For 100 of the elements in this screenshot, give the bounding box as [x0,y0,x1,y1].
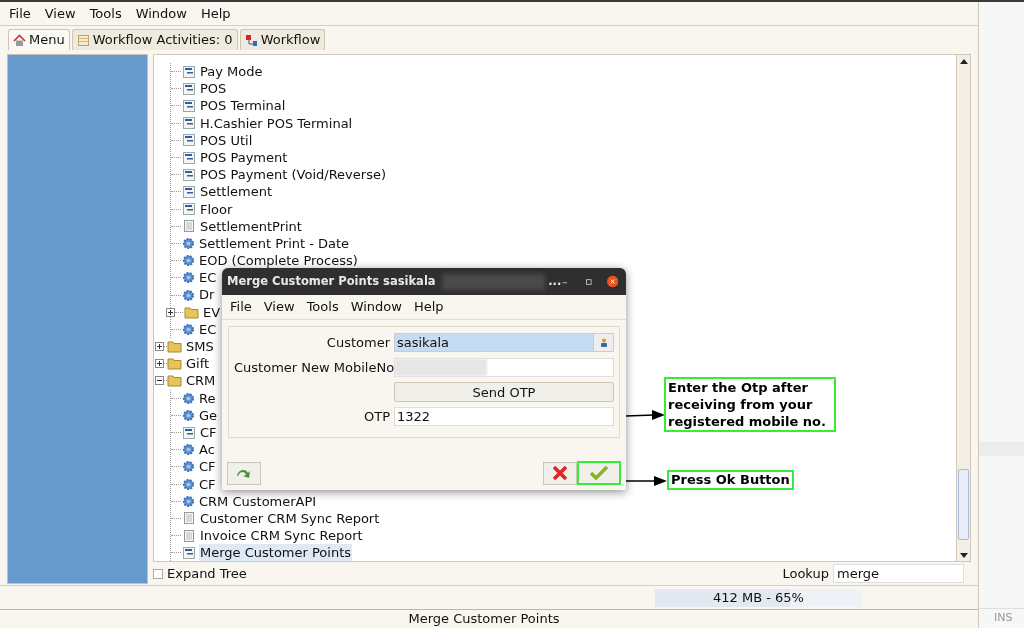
insert-mode-indicator: INS [994,610,1013,627]
window-icon [182,150,196,165]
tree-item[interactable]: POS [199,80,228,98]
house-icon [13,33,26,47]
document-icon [182,511,196,526]
tree-item[interactable]: CRM [185,372,217,390]
tree-item[interactable]: Settlement [199,183,274,201]
window-icon [182,98,196,113]
tree-item[interactable]: EC [198,269,218,287]
menu-item[interactable]: File [230,297,252,317]
window-icon [182,133,196,148]
folder-icon [184,305,199,319]
tree-item[interactable]: POS Payment [199,148,289,167]
tree-item[interactable]: Pay Mode [199,63,264,81]
callout-note: Enter the Otp after receiving from your registered mobile no. [664,377,836,432]
person-icon[interactable] [599,338,608,348]
tree-item[interactable]: Floor [199,200,234,218]
tree-item[interactable]: CF [199,423,218,442]
tree-item[interactable]: POS Util [199,131,254,149]
mobile-field[interactable] [394,357,614,377]
tab[interactable]: Workflow [239,29,326,50]
window-icon [182,202,196,217]
tab[interactable]: Workflow Activities: 0 [71,29,238,50]
menu-item[interactable]: Tools [89,3,122,24]
tree-item[interactable]: H.Cashier POS Terminal [199,114,354,132]
collapse-icon[interactable] [155,376,164,386]
checkbox[interactable] [153,568,163,579]
expand-icon[interactable] [155,359,164,369]
window-icon [182,167,196,182]
tab[interactable]: Menu [8,29,70,50]
menu-item[interactable]: Help [200,3,231,24]
expand-icon[interactable] [155,342,164,352]
tree-item[interactable]: CF [198,458,217,476]
cancel-button[interactable] [543,461,577,485]
title-ellipsis: ... [548,272,562,290]
down-arrow-icon[interactable] [959,552,968,558]
up-arrow-icon[interactable] [959,58,968,64]
gear-icon [182,494,195,508]
lookup-label: Lookup [782,564,829,583]
scroll-thumb[interactable] [958,469,969,540]
tree-item[interactable]: CF [198,475,217,493]
checkbox-label: Expand Tree [167,564,247,583]
memory-bar: 412 MB - 65% [655,588,862,607]
checkmark-icon [590,466,608,480]
tree-item[interactable]: Settlement Print - Date [198,234,351,253]
scrollbar[interactable] [956,55,970,561]
document-icon [182,219,196,234]
gear-icon [182,460,195,474]
customer-field[interactable]: sasikala [394,333,614,353]
window-icon [182,116,196,131]
lookup-field[interactable]: merge [833,564,964,583]
gear-icon [182,391,195,405]
tree-item[interactable]: EV [202,303,222,321]
tree-item[interactable]: Dr [198,286,216,304]
tree-item[interactable]: POS Payment (Void/Reverse) [199,166,387,184]
otp-field[interactable]: 1322 [394,407,614,427]
window-icon [182,425,196,440]
maximize-icon[interactable] [584,276,593,287]
tree-item[interactable]: SettlementPrint [199,217,303,235]
menu-item[interactable]: View [44,3,76,24]
expand-icon[interactable] [166,307,175,317]
tree-item[interactable]: Customer CRM Sync Report [199,509,381,528]
window-icon [182,184,196,199]
tree-item[interactable]: CRM CustomerAPI [198,492,318,510]
menu-item[interactable]: View [263,297,295,317]
dialog-title: Merge Customer Points sasikala [227,272,436,290]
gear-icon [182,288,195,302]
menu-item[interactable]: Window [135,3,187,24]
menu-item[interactable]: File [9,3,31,24]
field-label: Customer New MobileNo [234,358,394,377]
workflow-icon [244,33,258,47]
arrow [626,409,665,421]
close-icon[interactable] [606,274,618,289]
tree-item[interactable]: Re [198,389,217,407]
menu-item[interactable]: Help [413,297,444,317]
callout-note: Press Ok Button [667,470,794,490]
menu-item[interactable]: Window [350,297,402,317]
window-icon [182,64,196,79]
gear-icon [182,322,195,336]
status-text: Merge Customer Points [408,610,560,628]
table-icon [76,33,90,47]
tree-item[interactable]: Ac [198,441,216,459]
tree-item[interactable]: Merge Customer Points [199,544,353,561]
menu-item[interactable]: Tools [306,297,339,317]
document-icon [182,528,196,543]
refresh-button[interactable] [227,461,261,485]
tree-item[interactable]: SMS [185,338,215,356]
tree-item[interactable]: Invoice CRM Sync Report [199,527,364,545]
folder-icon [167,357,182,371]
gear-icon [182,271,195,285]
tree-item[interactable]: Gift [185,355,211,373]
send-otp-button[interactable]: Send OTP [394,382,614,402]
gear-icon [182,477,195,491]
tree-item[interactable]: EOD (Complete Process) [198,252,359,270]
cancel-icon [552,465,568,481]
window-icon [182,81,196,96]
tree-item[interactable]: POS Terminal [199,97,287,115]
tree-item[interactable]: Ge [198,406,219,424]
gear-icon [182,236,195,250]
tree-item[interactable]: EC [198,320,218,338]
